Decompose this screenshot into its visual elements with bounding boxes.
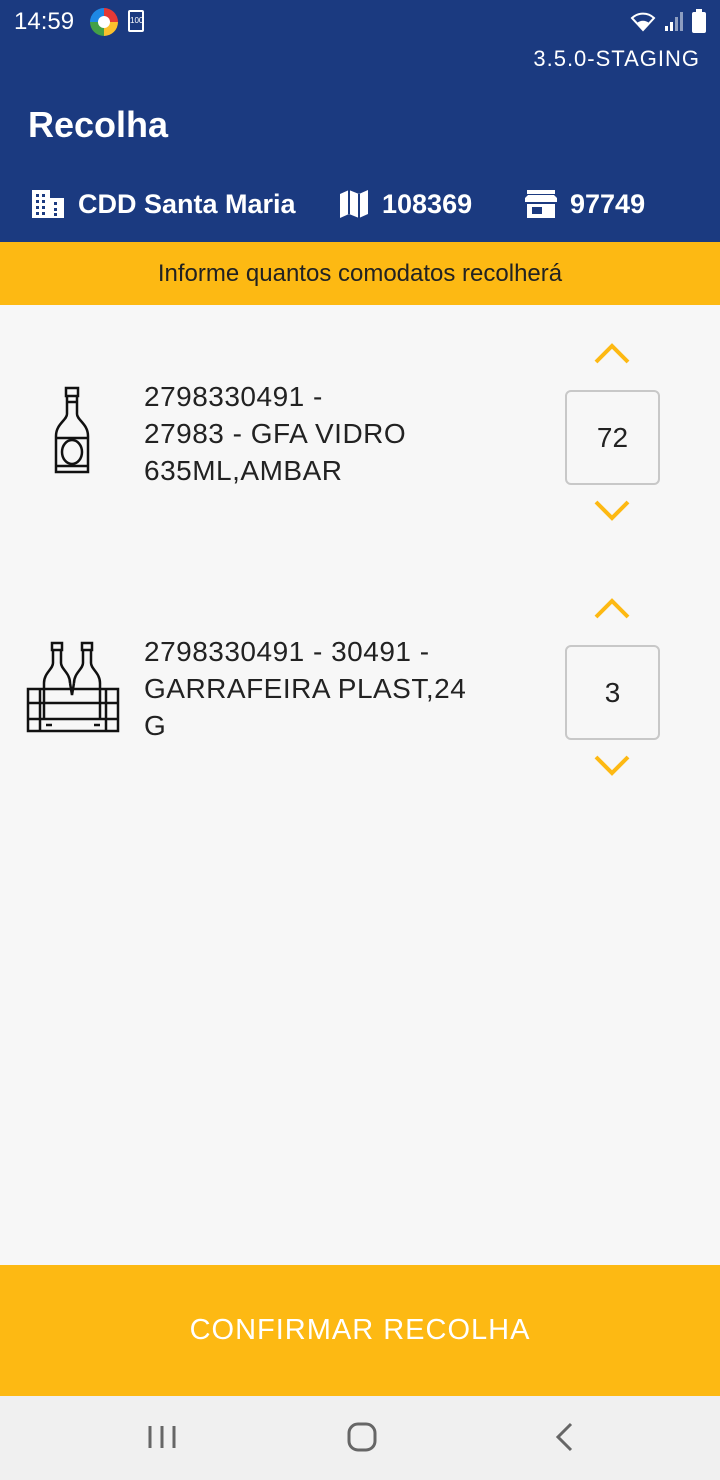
- item-description: 2798330491 - 30491 - GARRAFEIRA PLAST,24…: [144, 633, 514, 744]
- status-icons: [630, 8, 706, 34]
- recent-apps-icon[interactable]: [112, 1396, 212, 1480]
- status-time: 14:59: [14, 8, 75, 35]
- item-description: 2798330491 - 27983 - GFA VIDRO 635ML,AMB…: [144, 378, 514, 489]
- map-info: 108369: [338, 182, 472, 226]
- battery-saver-icon: 100: [128, 10, 144, 32]
- item-line: G: [144, 710, 167, 741]
- page-title: Recolha: [28, 104, 169, 145]
- list-item: 2798330491 - 30491 - GARRAFEIRA PLAST,24…: [0, 595, 720, 795]
- item-line: 2798330491 -: [144, 381, 323, 412]
- increment-chevron-up-icon[interactable]: [592, 593, 632, 623]
- route-info: CDD Santa Maria 108369 97749: [0, 182, 720, 226]
- quantity-field[interactable]: 72: [565, 390, 660, 485]
- map-code: 108369: [382, 188, 473, 219]
- building-icon: [32, 190, 64, 218]
- home-icon[interactable]: [312, 1396, 412, 1480]
- status-bar: 14:59 100: [0, 0, 720, 46]
- store-info: 97749: [524, 182, 645, 226]
- item-line: 2798330491 - 30491 -: [144, 636, 430, 667]
- quantity-field[interactable]: 3: [565, 645, 660, 740]
- decrement-chevron-down-icon[interactable]: [592, 751, 632, 781]
- instruction-banner: Informe quantos comodatos recolherá: [0, 242, 720, 305]
- app-header: 14:59 100 3.5.0-STAGING Recolha CDD Sant…: [0, 0, 720, 242]
- item-line: 27983 - GFA VIDRO: [144, 418, 407, 449]
- signal-icon: [665, 12, 683, 31]
- increment-chevron-up-icon[interactable]: [592, 338, 632, 368]
- distribution-center-info: CDD Santa Maria: [30, 182, 296, 226]
- distribution-center-name: CDD Santa Maria: [78, 188, 296, 219]
- map-icon: [340, 190, 368, 218]
- app-version: 3.5.0-STAGING: [533, 46, 700, 71]
- wifi-icon: [630, 12, 656, 32]
- store-icon: [525, 190, 557, 218]
- battery-icon: [692, 9, 706, 33]
- bottle-icon: [54, 386, 90, 474]
- bottle-crate-icon: [26, 641, 120, 733]
- item-line: GARRAFEIRA PLAST,24: [144, 673, 467, 704]
- store-code: 97749: [570, 188, 646, 219]
- back-icon[interactable]: [514, 1396, 614, 1480]
- item-line: 635ML,AMBAR: [144, 455, 343, 486]
- system-nav-bar: [0, 1396, 720, 1480]
- list-item: 2798330491 - 27983 - GFA VIDRO 635ML,AMB…: [0, 340, 720, 540]
- confirm-collection-button[interactable]: CONFIRMAR RECOLHA: [0, 1265, 720, 1396]
- app-notification-icon: [90, 8, 118, 36]
- decrement-chevron-down-icon[interactable]: [592, 496, 632, 526]
